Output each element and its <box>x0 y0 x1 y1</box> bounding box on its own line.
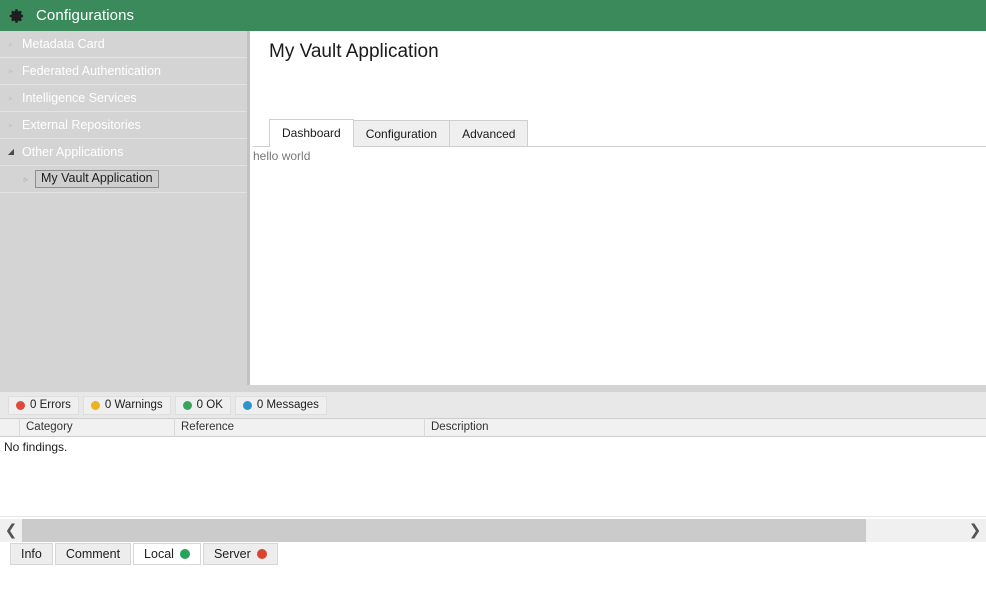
scroll-right-arrow-icon[interactable]: ❯ <box>964 523 986 538</box>
tab-configuration[interactable]: Configuration <box>352 120 451 147</box>
column-header-category[interactable]: Category <box>20 418 175 437</box>
chevron-right-icon[interactable]: ▸ <box>4 120 18 130</box>
severity-filter-bar: 0 Errors 0 Warnings 0 OK 0 Messages <box>0 392 986 418</box>
filter-warnings-label: 0 Warnings <box>104 399 163 411</box>
bottom-tab-comment[interactable]: Comment <box>54 543 132 565</box>
column-header-blank[interactable] <box>0 418 20 437</box>
chevron-right-icon[interactable]: ▹ <box>20 174 32 184</box>
filter-messages[interactable]: 0 Messages <box>234 395 327 415</box>
bottom-empty-area <box>0 566 986 591</box>
page-title: My Vault Application <box>269 41 439 62</box>
sidebar-child-label: My Vault Application <box>35 170 159 188</box>
tab-bar: Dashboard Configuration Advanced <box>269 119 529 147</box>
sidebar-item-label: Intelligence Services <box>22 91 137 105</box>
ok-dot-icon <box>182 400 192 410</box>
sidebar: ▸ Metadata Card ▸ Federated Authenticati… <box>0 31 250 385</box>
bottom-tab-server[interactable]: Server <box>202 543 278 565</box>
sidebar-item-metadata-card[interactable]: ▸ Metadata Card <box>0 31 247 58</box>
warning-dot-icon <box>90 400 100 410</box>
sidebar-empty-space <box>0 193 247 385</box>
tab-panel-content: hello world <box>253 149 311 163</box>
filter-errors-label: 0 Errors <box>30 399 71 411</box>
column-header-description[interactable]: Description <box>425 418 986 437</box>
scrollbar-track[interactable] <box>22 519 964 542</box>
findings-table-body: No findings. <box>0 437 986 517</box>
filter-warnings[interactable]: 0 Warnings <box>82 395 171 415</box>
filter-ok-label: 0 OK <box>196 399 223 411</box>
error-dot-icon <box>16 400 25 410</box>
scrollbar-thumb[interactable] <box>22 519 866 542</box>
filter-messages-label: 0 Messages <box>256 399 319 411</box>
filter-errors[interactable]: 0 Errors <box>8 395 79 415</box>
no-findings-message: No findings. <box>4 440 68 454</box>
message-dot-icon <box>242 400 252 410</box>
chevron-down-icon[interactable]: ◢ <box>4 148 18 156</box>
sidebar-item-label: Other Applications <box>22 145 124 159</box>
bottom-tab-server-label: Server <box>213 547 251 561</box>
main-content: My Vault Application Dashboard Configura… <box>253 31 986 385</box>
panel-divider <box>0 385 986 392</box>
chevron-right-icon[interactable]: ▸ <box>4 66 18 76</box>
sidebar-item-label: Federated Authentication <box>22 64 161 78</box>
tab-dashboard[interactable]: Dashboard <box>269 119 354 147</box>
local-status-dot-icon <box>179 549 190 559</box>
app-header: Configurations <box>0 0 986 31</box>
findings-table-header: Category Reference Description <box>0 418 986 437</box>
bottom-tab-info[interactable]: Info <box>10 543 53 565</box>
server-status-dot-icon <box>256 549 267 559</box>
tab-advanced[interactable]: Advanced <box>449 120 529 147</box>
horizontal-scrollbar[interactable]: ❮ ❯ <box>0 519 986 542</box>
bottom-tab-local-label: Local <box>144 547 174 561</box>
bottom-tab-comment-label: Comment <box>65 547 121 561</box>
gear-icon <box>8 7 26 25</box>
findings-panel: 0 Errors 0 Warnings 0 OK 0 Messages Cate… <box>0 392 986 518</box>
sidebar-item-external-repositories[interactable]: ▸ External Repositories <box>0 112 247 139</box>
chevron-right-icon[interactable]: ▸ <box>4 39 18 49</box>
sidebar-item-intelligence-services[interactable]: ▸ Intelligence Services <box>0 85 247 112</box>
sidebar-item-other-applications[interactable]: ◢ Other Applications <box>0 139 247 166</box>
filter-ok[interactable]: 0 OK <box>174 395 231 415</box>
sidebar-item-my-vault-application[interactable]: ▹ My Vault Application <box>0 166 247 193</box>
app-title: Configurations <box>36 7 135 24</box>
bottom-tab-bar: Info Comment Local Server <box>0 543 986 566</box>
sidebar-item-label: Metadata Card <box>22 37 105 51</box>
bottom-tab-local[interactable]: Local <box>133 543 201 565</box>
column-header-reference[interactable]: Reference <box>175 418 425 437</box>
scroll-left-arrow-icon[interactable]: ❮ <box>0 523 22 538</box>
sidebar-item-label: External Repositories <box>22 118 141 132</box>
tab-underline <box>253 146 986 147</box>
bottom-tab-info-label: Info <box>21 547 42 561</box>
sidebar-item-federated-authentication[interactable]: ▸ Federated Authentication <box>0 58 247 85</box>
chevron-right-icon[interactable]: ▸ <box>4 93 18 103</box>
